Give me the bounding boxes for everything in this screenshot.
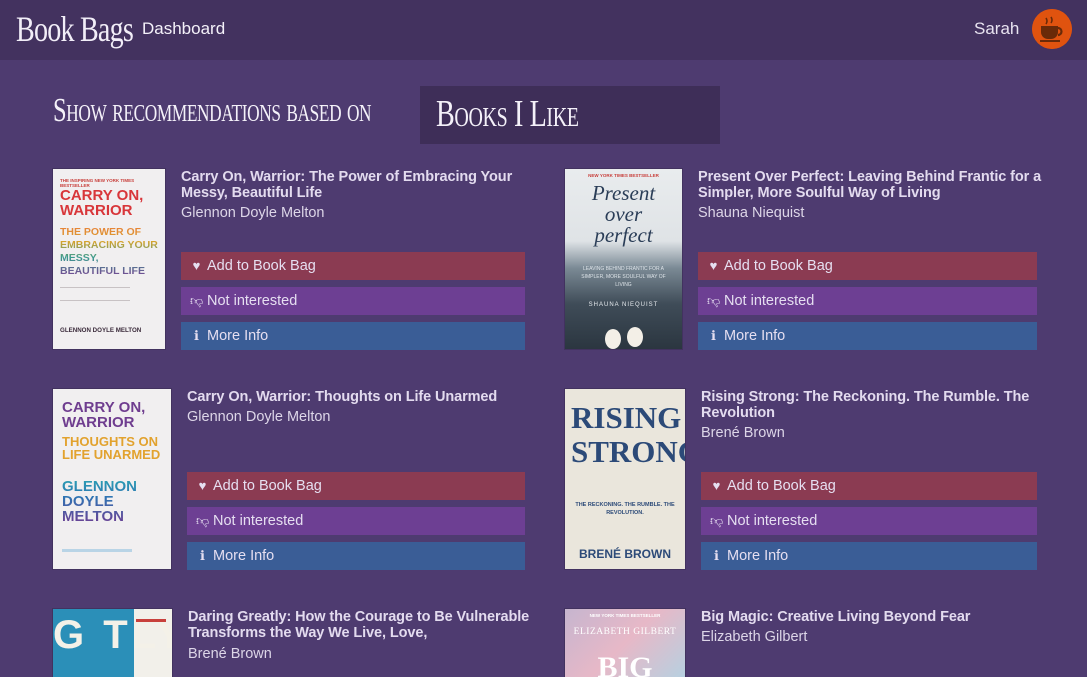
book-title[interactable]: Big Magic: Creative Living Beyond Fear <box>701 609 1046 625</box>
cover-subtitle: BIG <box>597 651 653 677</box>
not-interested-label: Not interested <box>727 513 818 529</box>
cover-blurb <box>60 287 130 301</box>
not-interested-label: Not interested <box>724 293 815 309</box>
cover-subtitle: THOUGHTS ON LIFE UNARMED <box>62 434 161 462</box>
cover-tagline: NEW YORK TIMES BESTSELLER <box>589 613 661 618</box>
heart-icon: ♥ <box>198 478 207 493</box>
brand-logo[interactable]: Book Bags <box>16 8 134 50</box>
thumbs-down-icon: 👎︎ <box>196 513 210 528</box>
recommendations-label: Show recommendations based on <box>53 92 372 129</box>
book-author: Glennon Doyle Melton <box>181 205 325 221</box>
cover-title: CARRY ON, WARRIOR <box>60 187 144 219</box>
cover-author: BRENÉ BROWN <box>579 547 671 561</box>
cover-author: GLENNON DOYLE MELTON <box>62 479 142 524</box>
add-to-book-bag-button[interactable]: ♥ Add to Book Bag <box>701 472 1037 500</box>
recommendation-basis-value: Books I Like <box>436 93 579 135</box>
more-info-button[interactable]: ℹ More Info <box>181 322 525 350</box>
book-title[interactable]: Carry On, Warrior: Thoughts on Life Unar… <box>187 389 527 405</box>
thumbs-down-icon: 👎︎ <box>707 293 721 308</box>
add-to-book-bag-button[interactable]: ♥ Add to Book Bag <box>181 252 525 280</box>
not-interested-button[interactable]: 👎︎ Not interested <box>701 507 1037 535</box>
avatar[interactable] <box>1032 9 1072 49</box>
book-title[interactable]: Daring Greatly: How the Courage to Be Vu… <box>188 609 533 641</box>
more-info-label: More Info <box>724 328 786 344</box>
cover-author: SHAUNA NIEQUIST <box>588 302 659 308</box>
book-cover[interactable]: RISING STRONG THE RECKONING. THE RUMBLE.… <box>565 389 685 569</box>
book-cover[interactable]: THE INSPIRING NEW YORK TIMES BESTSELLER … <box>53 169 165 349</box>
user-name[interactable]: Sarah <box>974 19 1019 39</box>
book-cover[interactable]: NEW YORK TIMES BESTSELLER ELIZABETH GILB… <box>565 609 685 677</box>
cover-shoes-image <box>605 327 643 349</box>
book-author: Elizabeth Gilbert <box>701 629 808 645</box>
book-title[interactable]: Rising Strong: The Reckoning. The Rumble… <box>701 389 1041 421</box>
cover-subtitle: THE POWER OF EMBRACING YOUR MESSY, BEAUT… <box>60 226 160 278</box>
recommendation-basis-select[interactable]: Books I Like <box>420 86 720 144</box>
not-interested-label: Not interested <box>213 513 304 529</box>
info-circle-icon: ℹ <box>711 328 716 343</box>
add-button-label: Add to Book Bag <box>207 258 316 274</box>
cover-blurb <box>136 619 166 669</box>
book-cover[interactable]: NEW YORK TIMES BESTSELLER Present over p… <box>565 169 682 349</box>
cover-footer <box>62 549 132 552</box>
cover-title: Present over perfect <box>591 181 656 247</box>
coffee-cup-icon <box>1032 9 1072 49</box>
info-circle-icon: ℹ <box>714 548 719 563</box>
book-author: Shauna Niequist <box>698 205 805 221</box>
top-navbar: Book Bags Dashboard Sarah <box>0 0 1087 60</box>
cover-title: ELIZABETH GILBERT <box>573 627 677 637</box>
heart-icon: ♥ <box>709 258 718 273</box>
thumbs-down-icon: 👎︎ <box>710 513 724 528</box>
thumbs-down-icon: 👎︎ <box>190 293 204 308</box>
more-info-label: More Info <box>213 548 275 564</box>
more-info-button[interactable]: ℹ More Info <box>701 542 1037 570</box>
heart-icon: ♥ <box>192 258 201 273</box>
book-author: Glennon Doyle Melton <box>187 409 331 425</box>
book-title[interactable]: Carry On, Warrior: The Power of Embracin… <box>181 169 531 201</box>
cover-title: CARRY ON, WARRIOR <box>62 399 146 431</box>
not-interested-button[interactable]: 👎︎ Not interested <box>698 287 1037 315</box>
more-info-label: More Info <box>207 328 269 344</box>
book-title[interactable]: Present Over Perfect: Leaving Behind Fra… <box>698 169 1043 201</box>
cover-title: RISING STRONG <box>571 400 685 469</box>
add-button-label: Add to Book Bag <box>724 258 833 274</box>
more-info-button[interactable]: ℹ More Info <box>698 322 1037 350</box>
info-circle-icon: ℹ <box>200 548 205 563</box>
cover-title: G TLY <box>53 613 172 657</box>
cover-author: GLENNON DOYLE MELTON <box>60 327 142 334</box>
book-author: Brené Brown <box>701 425 785 441</box>
cover-tagline: NEW YORK TIMES BESTSELLER <box>588 173 659 178</box>
heart-icon: ♥ <box>712 478 721 493</box>
add-to-book-bag-button[interactable]: ♥ Add to Book Bag <box>187 472 525 500</box>
book-author: Brené Brown <box>188 646 272 662</box>
not-interested-label: Not interested <box>207 293 298 309</box>
add-button-label: Add to Book Bag <box>727 478 836 494</box>
more-info-label: More Info <box>727 548 789 564</box>
cover-subtitle: LEAVING BEHIND FRANTIC FOR A SIMPLER, MO… <box>581 266 666 288</box>
add-to-book-bag-button[interactable]: ♥ Add to Book Bag <box>698 252 1037 280</box>
info-circle-icon: ℹ <box>194 328 199 343</box>
add-button-label: Add to Book Bag <box>213 478 322 494</box>
cover-subtitle: THE RECKONING. THE RUMBLE. THE REVOLUTIO… <box>575 502 675 516</box>
book-cover[interactable]: G TLY <box>53 609 172 677</box>
not-interested-button[interactable]: 👎︎ Not interested <box>181 287 525 315</box>
book-cover[interactable]: CARRY ON, WARRIOR THOUGHTS ON LIFE UNARM… <box>53 389 171 569</box>
not-interested-button[interactable]: 👎︎ Not interested <box>187 507 525 535</box>
more-info-button[interactable]: ℹ More Info <box>187 542 525 570</box>
nav-dashboard-link[interactable]: Dashboard <box>142 19 225 39</box>
